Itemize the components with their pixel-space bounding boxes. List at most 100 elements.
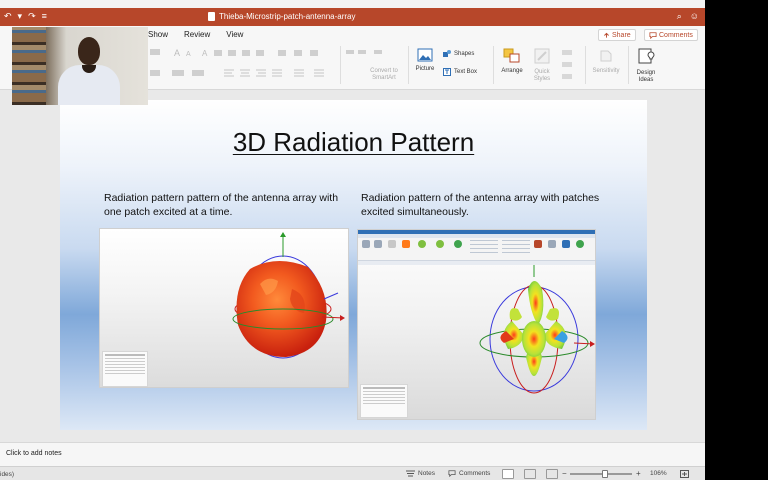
ribbon-separator — [585, 46, 586, 84]
cst-tool-icon — [388, 240, 396, 248]
cst-tool-icon — [374, 240, 382, 248]
text-box-icon — [443, 68, 451, 76]
notes-icon — [406, 470, 415, 477]
slide[interactable]: 3D Radiation Pattern Radiation pattern p… — [60, 100, 647, 430]
svg-text:A: A — [186, 51, 191, 58]
design-ideas-icon — [638, 48, 655, 64]
presenter-webcam-overlay — [12, 27, 148, 105]
cst-tool-icon — [402, 240, 410, 248]
caption-left[interactable]: Radiation pattern pattern of the antenna… — [104, 191, 354, 219]
undo-dropdown-icon[interactable]: ▾ — [18, 11, 23, 22]
cst-tool-icon — [548, 240, 556, 248]
redo-icon[interactable]: ↷ — [28, 11, 36, 22]
zoom-out-icon[interactable]: − — [562, 469, 567, 478]
shape-fill-outline-icons — [562, 50, 572, 79]
field-info-panel — [360, 384, 408, 418]
svg-text:A: A — [174, 48, 180, 58]
ribbon-separator — [628, 46, 629, 84]
text-box-label: Text Box — [454, 69, 478, 75]
cst-tool-icon — [576, 240, 584, 248]
customize-toolbar-icon[interactable]: ≡ — [42, 11, 47, 22]
cst-tab-strip — [358, 234, 595, 238]
picture-button[interactable]: Picture — [412, 48, 438, 72]
arrange-label: Arrange — [501, 68, 523, 74]
share-icon — [604, 32, 609, 38]
zoom-level[interactable]: 106% — [650, 470, 667, 477]
cst-tool-icon — [362, 240, 370, 248]
sensitivity-label: Sensitivity — [592, 68, 620, 74]
font-formatting-group: A A A — [150, 48, 324, 77]
sensitivity-icon — [600, 50, 612, 62]
ribbon-separator — [408, 46, 409, 84]
tab-view[interactable]: View — [226, 30, 243, 39]
tab-review[interactable]: Review — [184, 30, 210, 39]
shapes-button[interactable]: Shapes — [443, 50, 474, 58]
comment-icon — [448, 470, 456, 477]
cst-tool-icon — [562, 240, 570, 248]
svg-text:A: A — [202, 49, 208, 58]
slide-sorter-view-button[interactable] — [524, 469, 536, 479]
cst-tool-icon — [534, 240, 542, 248]
share-label: Share — [612, 31, 631, 39]
undo-icon[interactable]: ↶ — [4, 11, 12, 22]
arrange-icon — [503, 48, 520, 63]
presenter-head — [78, 37, 100, 65]
ribbon-separator — [340, 46, 341, 84]
quick-access-toolbar: ↶ ▾ ↷ ≡ — [4, 11, 47, 22]
powerpoint-window: ↶ ▾ ↷ ≡ Thieba-Microstrip-patch-antenna-… — [0, 0, 705, 480]
caption-right[interactable]: Radiation pattern of the antenna array w… — [361, 191, 611, 219]
notes-toggle-button[interactable]: Notes — [406, 470, 435, 477]
document-title: Thieba-Microstrip-patch-antenna-array — [219, 12, 356, 21]
document-title-area: Thieba-Microstrip-patch-antenna-array — [208, 12, 356, 21]
picture-icon — [417, 48, 433, 62]
cst-parameter-fields — [502, 239, 530, 253]
comments-toggle-button[interactable]: Comments — [448, 470, 490, 477]
convert-to-smartart-button[interactable]: Convert to SmartArt — [364, 68, 404, 82]
radiation-pattern-image-single-patch[interactable] — [99, 228, 349, 388]
slide-title[interactable]: 3D Radiation Pattern — [60, 127, 647, 158]
document-icon — [208, 12, 215, 21]
zoom-in-icon[interactable]: + — [636, 469, 641, 478]
quick-styles-label: Quick Styles — [533, 69, 551, 82]
text-box-button[interactable]: Text Box — [443, 68, 477, 76]
comment-icon — [649, 31, 657, 39]
cst-software-ribbon-graphic — [358, 230, 595, 261]
zoom-slider[interactable] — [570, 473, 632, 475]
field-info-panel — [102, 351, 148, 387]
bookshelf-background — [12, 27, 46, 105]
share-button[interactable]: Share — [598, 29, 636, 41]
comments-label: Comments — [659, 31, 693, 39]
shapes-label: Shapes — [454, 51, 475, 57]
slide-count-text: ides) — [0, 471, 15, 478]
titlebar-right-controls: ⌕ ☺ — [677, 11, 699, 22]
ribbon-separator — [493, 46, 494, 84]
cst-tool-icon — [418, 240, 426, 248]
title-bar: ↶ ▾ ↷ ≡ Thieba-Microstrip-patch-antenna-… — [0, 8, 705, 26]
shapes-icon — [443, 50, 451, 57]
smartart-icon — [346, 50, 382, 54]
comments-toggle-label: Comments — [459, 470, 491, 477]
notes-toggle-label: Notes — [418, 470, 435, 477]
reading-view-button[interactable] — [546, 469, 558, 479]
cst-tool-icon — [454, 240, 462, 248]
tab-slide-show[interactable]: Show — [148, 30, 168, 39]
slide-editing-canvas[interactable]: 3D Radiation Pattern Radiation pattern p… — [0, 90, 705, 442]
ribbon-tabs: Show Review View — [148, 30, 243, 39]
normal-view-button[interactable] — [502, 469, 514, 479]
design-ideas-button[interactable]: Design Ideas — [632, 47, 660, 84]
fit-to-window-icon[interactable] — [680, 470, 689, 478]
arrange-button[interactable]: Arrange — [497, 48, 527, 74]
radiation-pattern-image-simultaneous[interactable] — [357, 229, 596, 420]
design-ideas-label: Design Ideas — [636, 70, 656, 83]
notes-pane[interactable]: Click to add notes — [0, 442, 705, 466]
quick-styles-button[interactable]: Quick Styles — [528, 48, 556, 83]
search-icon[interactable]: ⌕ — [677, 11, 682, 22]
status-bar: ides) Notes Comments − + 106% — [0, 466, 705, 480]
cst-parameter-fields — [470, 239, 498, 253]
zoom-slider-handle[interactable] — [602, 470, 608, 478]
sensitivity-button[interactable]: Sensitivity — [588, 48, 624, 74]
notes-placeholder[interactable]: Click to add notes — [6, 450, 62, 457]
quick-styles-icon — [534, 48, 550, 64]
feedback-smiley-icon[interactable]: ☺ — [690, 11, 699, 22]
comments-button[interactable]: Comments — [644, 29, 698, 41]
